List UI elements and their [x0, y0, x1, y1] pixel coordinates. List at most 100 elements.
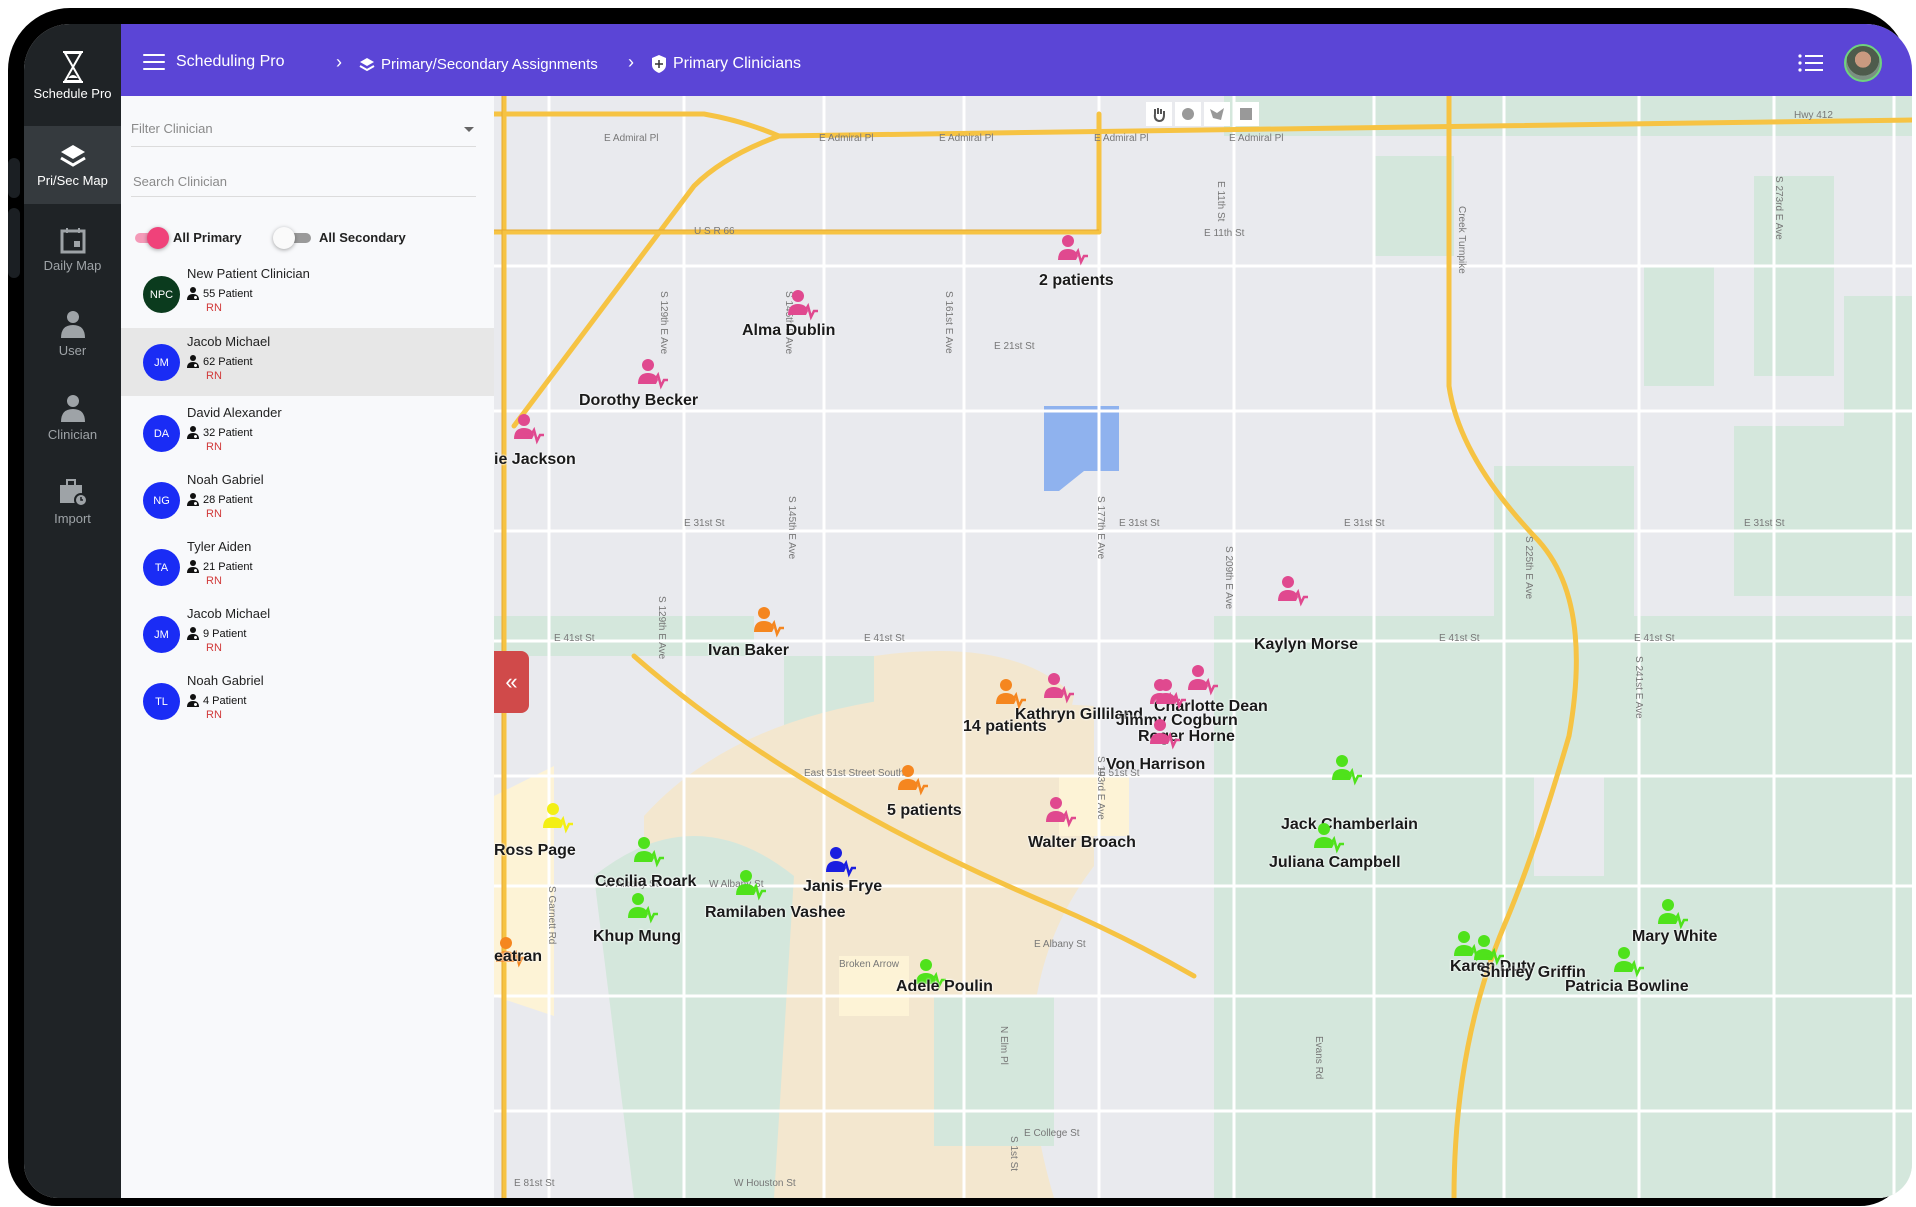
device-side-button [8, 158, 20, 198]
clinician-role: RN [206, 302, 222, 314]
clinician-list-item[interactable]: JM Jacob Michael 62 Patient RN [121, 328, 494, 396]
pan-hand-icon[interactable] [1146, 102, 1172, 126]
clinician-marker-icon[interactable] [1276, 575, 1310, 609]
clinician-marker-icon[interactable] [1044, 796, 1078, 830]
caret-down-icon[interactable] [464, 127, 474, 132]
street-label: E Admiral Pl [939, 133, 994, 144]
polygon-draw-icon[interactable] [1204, 102, 1230, 126]
clinician-marker-icon[interactable] [1186, 664, 1220, 698]
patient-count-text: 21 Patient [203, 560, 253, 573]
clinician-marker-icon[interactable] [734, 869, 768, 903]
clinician-list-item[interactable]: JM Jacob Michael 9 Patient RN [121, 600, 494, 668]
street-label: East 51st Street South [804, 768, 905, 779]
calendar-icon [60, 227, 85, 253]
toggle-knob[interactable] [147, 226, 169, 249]
list-icon[interactable] [1798, 54, 1824, 72]
street-label: S 177th E Ave [1095, 496, 1106, 560]
app-title: Scheduling Pro [176, 53, 285, 70]
clinician-initials-avatar: DA [143, 415, 180, 452]
map-view[interactable]: E Admiral Pl E Admiral Pl E Admiral Pl E Ad… [494, 96, 1912, 1198]
toggle-all-secondary[interactable]: All Secondary [273, 226, 406, 249]
street-label: E 41st St [1634, 633, 1675, 644]
clinician-marker-icon[interactable] [1330, 754, 1364, 788]
marker-label: 5 patients [887, 802, 962, 819]
clinician-marker-icon[interactable] [636, 358, 670, 392]
toggle-knob[interactable] [273, 226, 295, 249]
street-label: S 209th E Ave [1223, 546, 1234, 610]
clinician-list-item[interactable]: TA Tyler Aiden 21 Patient RN [121, 533, 494, 601]
search-clinician-field[interactable] [131, 158, 480, 197]
clinician-marker-icon[interactable] [896, 764, 930, 798]
marker-label: Kaylyn Morse [1254, 636, 1359, 653]
clinician-role: RN [206, 709, 222, 721]
marker-label: Cecilia Roark [595, 873, 697, 890]
clinician-marker-icon[interactable] [786, 289, 820, 323]
clinician-marker-icon[interactable] [626, 892, 660, 926]
street-label: S 1st St [1008, 1136, 1019, 1172]
street-label: E 41st St [864, 633, 905, 644]
clinician-marker-icon[interactable] [1154, 678, 1188, 712]
clinician-list-item[interactable]: NG Noah Gabriel 28 Patient RN [121, 466, 494, 534]
patient-count-text: 9 Patient [203, 627, 247, 640]
device-frame: Schedule Pro Pri/Sec Map Daily Map User … [8, 8, 1912, 1206]
clinician-initials-avatar: TL [143, 683, 180, 720]
rail-item-pri-sec-map[interactable]: Pri/Sec Map [24, 126, 121, 204]
marker-label: Mary White [1632, 928, 1718, 945]
patient-count: 62 Patient [187, 355, 253, 368]
collapse-panel-button[interactable]: « [494, 651, 529, 713]
patient-icon [187, 627, 199, 640]
clinician-marker-icon[interactable] [512, 413, 546, 447]
drawing-toolbar [1146, 102, 1262, 126]
clinician-marker-icon[interactable] [1612, 946, 1646, 980]
patient-count: 32 Patient [187, 426, 253, 439]
clinician-marker-icon[interactable] [824, 846, 858, 880]
clinician-marker-icon[interactable] [1042, 672, 1076, 706]
hamburger-menu-icon[interactable] [143, 54, 165, 70]
filter-clinician-select[interactable]: Filter Clinician [131, 108, 476, 147]
toggle-label: All Secondary [319, 230, 406, 245]
rectangle-draw-icon[interactable] [1233, 102, 1259, 126]
toggle-track[interactable] [135, 226, 169, 249]
street-label: S 145th E Ave [786, 496, 797, 560]
marker-label: Ross Page [494, 842, 576, 859]
rail-item-clinician[interactable]: Clinician [24, 378, 121, 456]
clinician-marker-icon[interactable] [1656, 898, 1690, 932]
clinician-list-item[interactable]: DA David Alexander 32 Patient RN [121, 399, 494, 467]
rail-item-import[interactable]: Import [24, 462, 121, 540]
street-label: E 31st St [1744, 518, 1785, 529]
toggle-track[interactable] [273, 226, 311, 249]
street-label: E 31st St [1344, 518, 1385, 529]
clinician-marker-icon[interactable] [752, 606, 786, 640]
clinician-marker-icon[interactable] [632, 836, 666, 870]
rail-item-label: Daily Map [43, 257, 102, 273]
brand-logo[interactable]: Schedule Pro [24, 24, 121, 126]
toggle-all-primary[interactable]: All Primary [135, 226, 242, 249]
street-label: E 21st St [994, 341, 1035, 352]
clinician-name: Noah Gabriel [187, 472, 264, 487]
clinician-list-item[interactable]: TL Noah Gabriel 4 Patient RN [121, 667, 494, 735]
app-screen: Schedule Pro Pri/Sec Map Daily Map User … [24, 24, 1912, 1198]
clinician-marker-icon[interactable] [1148, 718, 1182, 752]
clinician-marker-icon[interactable] [1472, 934, 1506, 968]
rail-item-daily-map[interactable]: Daily Map [24, 210, 121, 288]
clinician-marker-icon[interactable] [1312, 822, 1346, 856]
patient-icon [187, 426, 199, 439]
street-label: Creek Turnpike [1456, 206, 1467, 274]
street-label: E 41st St [1439, 633, 1480, 644]
clinician-marker-icon[interactable] [994, 678, 1028, 712]
rail-item-user[interactable]: User [24, 294, 121, 372]
clinician-marker-icon[interactable] [1056, 234, 1090, 268]
search-clinician-input[interactable] [131, 173, 480, 190]
top-header: Scheduling Pro › Primary/Secondary Assig… [121, 24, 1912, 96]
clinician-name: Jacob Michael [187, 334, 271, 349]
brand-name: Schedule Pro [33, 85, 112, 101]
street-label: Hwy 412 [1794, 110, 1833, 121]
street-label: E 41st St [554, 633, 595, 644]
breadcrumb-primary-secondary[interactable]: Primary/Secondary Assignments [359, 56, 598, 73]
user-avatar[interactable] [1844, 44, 1882, 82]
breadcrumb-primary-clinicians[interactable]: Primary Clinicians [651, 54, 801, 74]
filter-clinician-placeholder: Filter Clinician [131, 121, 213, 136]
clinician-list-item[interactable]: NPC New Patient Clinician 55 Patient RN [121, 260, 494, 328]
circle-draw-icon[interactable] [1175, 102, 1201, 126]
clinician-marker-icon[interactable] [541, 802, 575, 836]
